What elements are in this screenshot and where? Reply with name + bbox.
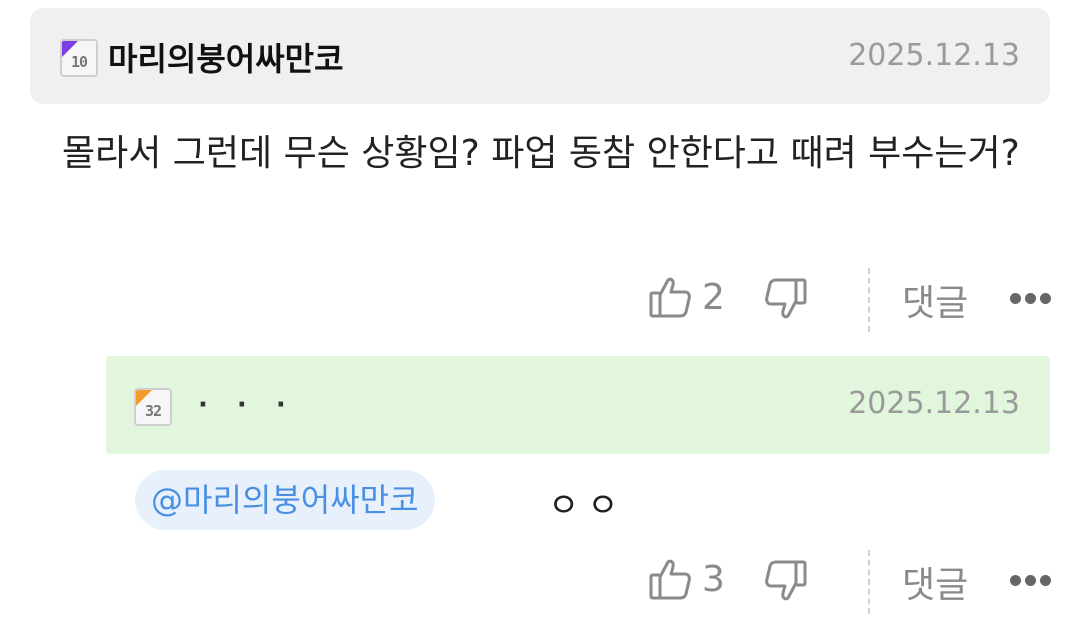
reply-date: 2025.12.13 — [848, 386, 1020, 421]
reply-author[interactable]: · · · — [198, 390, 296, 420]
action-divider — [868, 550, 870, 614]
reply-header: 32 · · · 2025.12.13 — [106, 356, 1050, 454]
reply-label: 댓글 — [902, 283, 969, 324]
reply-actions: 3 댓글 — [0, 550, 1080, 614]
action-divider — [868, 268, 870, 332]
thumbs-down-icon — [765, 560, 807, 601]
like-button[interactable]: 3 — [648, 556, 725, 602]
comment-actions: 2 댓글 — [0, 268, 1080, 332]
comment-author[interactable]: 마리의붕어싸만코 — [108, 34, 344, 80]
thumbs-down-icon — [765, 278, 807, 319]
like-count: 2 — [702, 276, 725, 318]
comment-body: 몰라서 그런데 무슨 상황임? 파업 동참 안한다고 때려 부수는거? — [62, 133, 1020, 174]
reply-button[interactable]: 댓글 — [902, 274, 968, 326]
level-number: 32 — [144, 402, 162, 420]
like-button[interactable]: 2 — [648, 274, 725, 320]
dislike-button[interactable] — [764, 558, 808, 604]
dislike-button[interactable] — [764, 276, 808, 322]
more-icon[interactable] — [1010, 575, 1051, 586]
reply-button[interactable]: 댓글 — [902, 556, 968, 608]
more-icon[interactable] — [1010, 293, 1051, 304]
thumbs-up-icon — [649, 559, 691, 600]
thumbs-up-icon — [649, 277, 691, 318]
comment-date: 2025.12.13 — [848, 38, 1020, 73]
comment-header: 10 마리의붕어싸만코 2025.12.13 — [30, 8, 1050, 104]
level-badge-icon: 10 — [60, 39, 98, 77]
level-number: 10 — [70, 53, 88, 71]
reply-body: ㅇㅇ — [548, 486, 627, 526]
like-count: 3 — [702, 558, 725, 600]
level-badge-icon: 32 — [134, 388, 172, 426]
reply-label: 댓글 — [902, 565, 969, 606]
mention-tag[interactable]: @마리의붕어싸만코 — [135, 470, 435, 530]
